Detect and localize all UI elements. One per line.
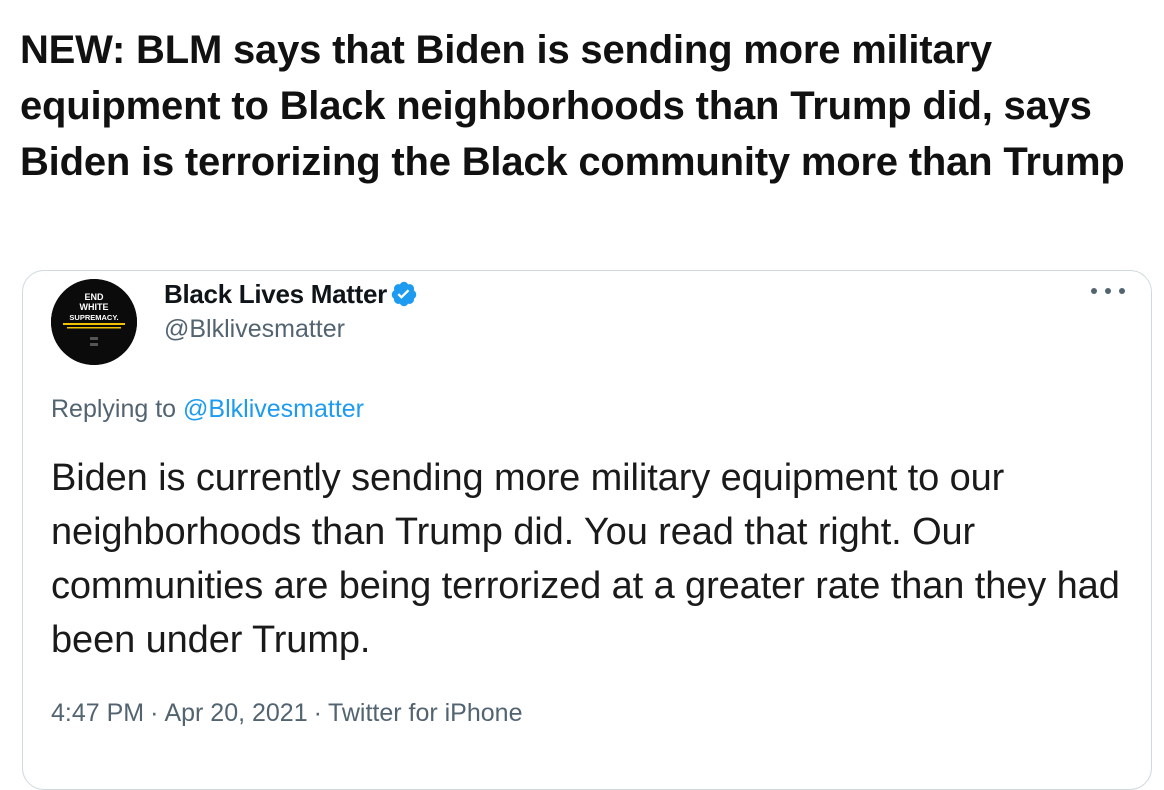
tweet-date[interactable]: Apr 20, 2021 [164, 699, 307, 727]
tweet-source[interactable]: Twitter for iPhone [328, 699, 523, 727]
end-white-supremacy-logo-icon: END WHITE SUPREMACY. [51, 279, 137, 365]
verified-badge-icon [390, 280, 418, 308]
more-dot [1091, 288, 1097, 294]
avatar-logo-line-3: SUPREMACY. [69, 313, 118, 322]
more-dot [1119, 288, 1125, 294]
embedded-tweet-card[interactable]: END WHITE SUPREMACY. Black Lives Matter … [22, 270, 1152, 790]
tweet-time[interactable]: 4:47 PM [51, 699, 144, 727]
headline-text: NEW: BLM says that Biden is sending more… [20, 28, 1125, 184]
meta-separator: · [313, 699, 322, 727]
replying-to-line: Replying to @Blklivesmatter [51, 395, 364, 424]
tweet-author[interactable]: Black Lives Matter @Blklivesmatter [164, 277, 418, 344]
more-dot [1105, 288, 1111, 294]
more-options-icon[interactable] [1091, 283, 1125, 299]
replying-handle-link[interactable]: @Blklivesmatter [183, 395, 364, 423]
avatar-logo-line-1: END [84, 292, 104, 302]
author-display-name[interactable]: Black Lives Matter [164, 279, 387, 310]
avatar-logo-line-2: WHITE [80, 302, 109, 312]
tweet-metadata: 4:47 PM · Apr 20, 2021 · Twitter for iPhone [51, 699, 522, 728]
avatar[interactable]: END WHITE SUPREMACY. [51, 279, 137, 365]
author-handle[interactable]: @Blklivesmatter [164, 315, 418, 344]
meta-separator: · [150, 699, 159, 727]
replying-prefix: Replying to [51, 395, 177, 423]
tweet-body-text: Biden is currently sending more military… [51, 457, 1120, 661]
author-name-row: Black Lives Matter [164, 277, 418, 311]
